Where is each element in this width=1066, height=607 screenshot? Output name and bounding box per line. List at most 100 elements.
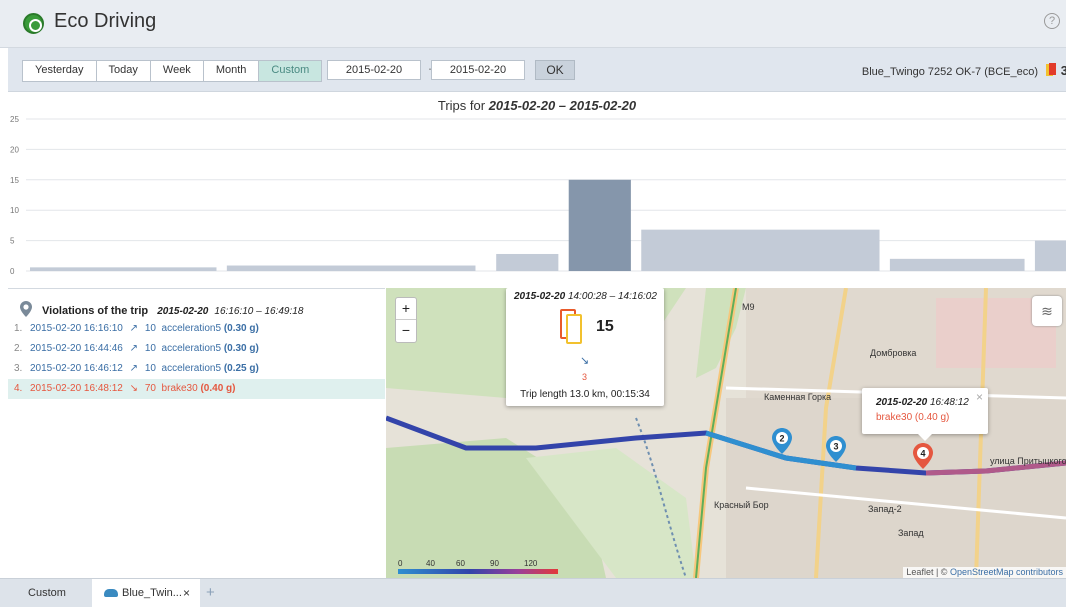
chart-bar[interactable] xyxy=(496,253,559,271)
penalty-cards-icon xyxy=(560,309,582,345)
attribution-prefix: Leaflet | © xyxy=(906,567,948,577)
period-today-button[interactable]: Today xyxy=(96,61,151,81)
zoom-in-button[interactable]: + xyxy=(396,298,416,320)
zoom-control: + − xyxy=(395,297,417,343)
app-title: Eco Driving xyxy=(54,10,157,32)
violation-time: 2015-02-20 16:16:10 xyxy=(30,323,123,334)
map-marker-2[interactable]: 2 xyxy=(772,428,792,454)
layers-icon[interactable]: ≋ xyxy=(1032,296,1062,326)
violation-row[interactable]: 3. 2015-02-20 16:46:12 ↗ 10 acceleration5 (… xyxy=(8,359,385,379)
violation-row[interactable]: 2. 2015-02-20 16:44:46 ↗ 10 acceleration5 (… xyxy=(8,339,385,359)
chart-title: Trips for 2015-02-20 – 2015-02-20 xyxy=(8,98,1066,113)
violation-num: 4. xyxy=(14,383,23,394)
violation-row[interactable]: 1. 2015-02-20 16:16:10 ↗ 10 acceleration5 (… xyxy=(8,319,385,339)
trip-length: Trip length 13.0 km, 00:15:34 xyxy=(520,389,650,400)
event-popup-violation: brake30 (0.40 g) xyxy=(876,412,950,423)
toolbar: Yesterday Today Week Month Custom 2015-0… xyxy=(8,48,1066,92)
help-icon[interactable]: ? xyxy=(1044,13,1060,29)
speed-legend-40: 40 xyxy=(426,559,435,568)
map-marker-4-label: 4 xyxy=(920,449,925,459)
tab-blue-twingo-label: Blue_Twin... xyxy=(122,587,182,599)
close-icon[interactable]: × xyxy=(976,390,983,404)
attribution-link[interactable]: OpenStreetMap contributors xyxy=(950,567,1063,577)
map-marker-3[interactable]: 3 xyxy=(826,436,846,462)
date-from-input[interactable]: 2015-02-20 xyxy=(327,60,421,80)
chart-bar[interactable] xyxy=(226,265,476,271)
period-week-button[interactable]: Week xyxy=(150,61,204,81)
violation-type: brake30 xyxy=(161,383,198,394)
unit-count: 3 xyxy=(1060,63,1066,78)
trip-time: 16:16:10 – 16:49:18 xyxy=(214,306,304,317)
violation-type: acceleration5 xyxy=(161,363,222,374)
violation-time: 2015-02-20 16:46:12 xyxy=(30,363,123,374)
violation-num: 2. xyxy=(14,343,23,354)
violation-time: 2015-02-20 16:44:46 xyxy=(30,343,123,354)
chart-bar[interactable] xyxy=(30,267,217,271)
event-popup-date: 2015-02-20 xyxy=(876,397,928,408)
ok-button[interactable]: OK xyxy=(535,60,575,80)
violation-type-icon: ↗ xyxy=(129,343,139,354)
map-label-pritytskogo: улица Притыцкого xyxy=(990,456,1066,466)
violation-value: (0.25 g) xyxy=(223,363,259,374)
speed-legend-60: 60 xyxy=(456,559,465,568)
violation-type-icon: ↗ xyxy=(129,323,139,334)
period-yesterday-button[interactable]: Yesterday xyxy=(23,61,97,81)
speed-legend-90: 90 xyxy=(490,559,499,568)
violation-row[interactable]: 4. 2015-02-20 16:48:12 ↘ 70 brake30 (0.40 g… xyxy=(8,379,385,399)
violations-title: Violations of the trip 2015-02-20 16:16:… xyxy=(42,305,303,317)
violation-value: (0.30 g) xyxy=(223,323,259,334)
violation-type-icon: ↘ xyxy=(129,383,139,394)
event-popup-time: 2015-02-20 16:48:12 xyxy=(876,397,969,408)
period-custom-button[interactable]: Custom xyxy=(259,61,322,81)
map-label-kamennaya-gorka: Каменная Горка xyxy=(764,392,832,402)
date-to-input[interactable]: 2015-02-20 xyxy=(431,60,525,80)
map-label-zapad-2: Запад-2 xyxy=(868,504,902,514)
map-label-dombrovka: Домбровка xyxy=(870,348,917,358)
map-label-zapad: Запад xyxy=(898,528,924,538)
chart-ytick-label: 0 xyxy=(10,267,15,276)
trip-popup: 2015-02-20 14:00:28 – 14:16:02 15 ↘ 3 Tr… xyxy=(506,288,664,406)
chart-bar[interactable] xyxy=(641,229,880,271)
close-tab-icon[interactable]: × xyxy=(183,579,190,607)
violation-points: 70 xyxy=(144,383,156,394)
violation-points: 10 xyxy=(144,343,156,354)
violation-type: acceleration5 xyxy=(161,323,222,334)
zoom-out-button[interactable]: − xyxy=(396,320,416,342)
trip-map[interactable]: Каменная Горка Домбровка Красный Бор Зап… xyxy=(386,288,1066,578)
trip-score: 15 xyxy=(596,318,614,335)
speed-legend-0: 0 xyxy=(398,559,403,568)
brake-count: 3 xyxy=(582,372,588,382)
chart-bar[interactable] xyxy=(1034,240,1066,271)
brake-icon: ↘ xyxy=(580,355,590,367)
eco-driving-logo-icon xyxy=(23,13,44,34)
chart-ytick-label: 10 xyxy=(10,206,19,215)
violations-panel: Violations of the trip 2015-02-20 16:16:… xyxy=(8,288,385,578)
tab-custom[interactable]: Custom xyxy=(8,579,86,607)
add-tab-icon[interactable]: + xyxy=(206,579,215,607)
violations-title-text: Violations of the trip xyxy=(42,305,149,317)
violation-num: 3. xyxy=(14,363,23,374)
event-popup: × 2015-02-20 16:48:12 brake30 (0.40 g) xyxy=(862,388,988,441)
map-marker-3-label: 3 xyxy=(833,442,838,452)
chart-bar[interactable] xyxy=(889,258,1025,271)
chart-ytick-label: 15 xyxy=(10,176,19,185)
violation-type-icon: ↗ xyxy=(129,363,139,374)
trips-chart: 0 5 10 15 20 25 Trips for 2015-02-20 – 2015-0… xyxy=(8,93,1066,283)
violation-num: 1. xyxy=(14,323,23,334)
location-pin-icon xyxy=(20,301,32,317)
chart-ytick-label: 25 xyxy=(10,115,19,124)
map-label-m9: M9 xyxy=(742,302,755,312)
chart-bar[interactable] xyxy=(568,179,631,271)
penalty-cards-icon xyxy=(1046,63,1056,77)
tab-blue-twingo[interactable]: Blue_Twin... × xyxy=(92,579,200,607)
map-marker-4[interactable]: 4 xyxy=(913,443,933,469)
event-popup-clock: 16:48:12 xyxy=(929,397,969,408)
violation-points: 10 xyxy=(144,363,156,374)
app-header: Eco Driving ? xyxy=(0,0,1066,48)
chart-title-range: 2015-02-20 – 2015-02-20 xyxy=(488,98,637,113)
trip-popup-range: 14:00:28 – 14:16:02 xyxy=(567,291,657,302)
unit-name[interactable]: Blue_Twingo 7252 OK-7 (BCE_eco) xyxy=(862,66,1038,78)
period-month-button[interactable]: Month xyxy=(203,61,260,81)
chart-title-prefix: Trips for xyxy=(437,98,486,113)
chart-ytick-label: 20 xyxy=(10,145,19,154)
